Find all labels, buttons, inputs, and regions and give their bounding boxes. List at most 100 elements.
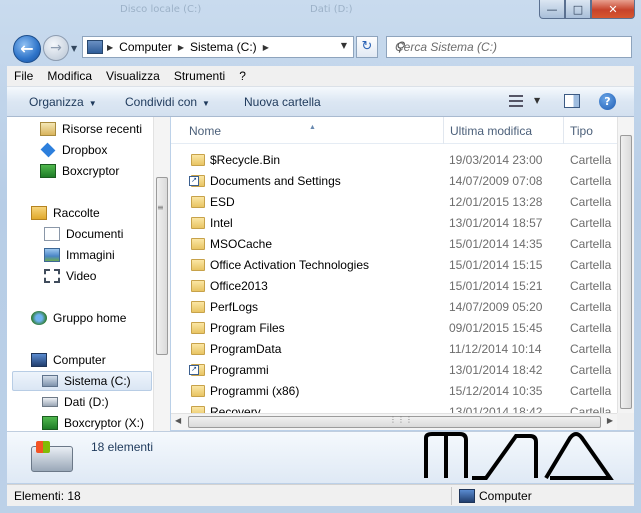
help-icon[interactable]: ? — [599, 93, 616, 110]
table-row[interactable]: PerfLogs 14/07/2009 05:20 Cartella — [171, 297, 617, 318]
sidebar-item-data-drive[interactable]: Dati (D:) — [42, 392, 109, 412]
sidebar-item-computer[interactable]: Computer — [31, 350, 106, 370]
column-divider[interactable] — [563, 117, 564, 144]
table-row[interactable]: Office Activation Technologies 15/01/2014… — [171, 255, 617, 276]
scrollbar-thumb[interactable] — [620, 135, 632, 409]
sidebar-item-boxcryptor-drive[interactable]: Boxcryptor (X:) — [42, 413, 144, 431]
file-modified: 09/01/2015 15:45 — [449, 321, 543, 335]
organize-label: Organizza — [29, 95, 84, 109]
file-type: Cartella — [570, 321, 612, 335]
forward-button[interactable]: → — [43, 35, 69, 61]
scroll-right-icon[interactable]: ▶ — [607, 416, 613, 425]
sidebar-item-label: Raccolte — [53, 206, 100, 220]
sidebar-item-dropbox[interactable]: Dropbox — [40, 140, 107, 160]
sidebar-item-recent-places[interactable]: Risorse recenti — [40, 119, 142, 139]
menu-edit[interactable]: Modifica — [40, 69, 99, 83]
column-header-type[interactable]: Tipo — [570, 124, 593, 138]
breadcrumb-arrow-icon[interactable]: ▶ — [107, 43, 113, 52]
sidebar-item-system-drive[interactable]: Sistema (C:) — [12, 371, 152, 391]
table-row[interactable]: MSOCache 15/01/2014 14:35 Cartella — [171, 234, 617, 255]
table-row[interactable]: Recovery 13/01/2014 18:42 Cartella — [171, 402, 617, 413]
folder-icon — [191, 280, 205, 292]
file-modified: 15/12/2014 10:35 — [449, 384, 543, 398]
menu-view[interactable]: Visualizza — [99, 69, 167, 83]
menu-file[interactable]: File — [7, 69, 40, 83]
sidebar-item-libraries[interactable]: Raccolte — [31, 203, 100, 223]
breadcrumb-system-drive[interactable]: Sistema (C:) — [190, 40, 257, 54]
file-name: Programmi (x86) — [210, 384, 300, 398]
folder-icon — [191, 238, 205, 250]
new-folder-button[interactable]: Nuova cartella — [244, 95, 321, 109]
file-list-vertical-scrollbar[interactable] — [617, 117, 634, 413]
table-row[interactable]: ProgramData 11/12/2014 10:14 Cartella — [171, 339, 617, 360]
navigation-pane-scrollbar[interactable]: ≡ — [153, 117, 170, 431]
file-name: Intel — [210, 216, 233, 230]
file-name: Program Files — [210, 321, 285, 335]
windows-logo-icon — [36, 441, 50, 453]
refresh-button[interactable]: ↻ — [356, 36, 378, 58]
preview-pane-icon[interactable] — [564, 94, 580, 108]
menu-tools[interactable]: Strumenti — [167, 69, 232, 83]
sidebar-item-video[interactable]: Video — [44, 266, 96, 286]
table-row[interactable]: Office2013 15/01/2014 15:21 Cartella — [171, 276, 617, 297]
file-list: ▲ Nome Ultima modifica Tipo $Recycle.Bin… — [171, 117, 617, 413]
sidebar-item-label: Dati (D:) — [64, 395, 109, 409]
table-row[interactable]: Intel 13/01/2014 18:57 Cartella — [171, 213, 617, 234]
change-view-icon[interactable] — [509, 95, 523, 107]
breadcrumb-arrow-icon[interactable]: ▶ — [263, 43, 269, 52]
maximize-button[interactable]: □ — [565, 0, 591, 19]
back-button[interactable]: ← — [13, 35, 41, 63]
sidebar-item-pictures[interactable]: Immagini — [44, 245, 115, 265]
share-label: Condividi con — [125, 95, 198, 109]
column-header-modified[interactable]: Ultima modifica — [450, 124, 532, 138]
sidebar-item-documents[interactable]: Documenti — [44, 224, 123, 244]
table-row[interactable]: ↗ Programmi 13/01/2014 18:42 Cartella — [171, 360, 617, 381]
video-icon — [44, 269, 60, 283]
grip-icon: ≡ — [157, 203, 164, 212]
shortcut-overlay-icon: ↗ — [189, 176, 199, 186]
grip-icon: ⋮⋮⋮ — [389, 415, 413, 424]
share-with-button[interactable]: Condividi con ▼ — [125, 95, 210, 109]
folder-icon — [191, 406, 205, 413]
breadcrumb-arrow-icon[interactable]: ▶ — [178, 43, 184, 52]
menu-help[interactable]: ? — [232, 69, 253, 83]
file-type: Cartella — [570, 237, 612, 251]
sidebar-item-boxcryptor[interactable]: Boxcryptor — [40, 161, 119, 181]
search-input[interactable]: Cerca Sistema (C:) ⚲ — [386, 36, 632, 58]
recent-pages-dropdown-icon[interactable]: ▼ — [71, 44, 77, 53]
minimize-button[interactable]: — — [539, 0, 565, 19]
file-name: $Recycle.Bin — [210, 153, 281, 167]
column-header-name[interactable]: Nome — [189, 124, 221, 138]
table-row[interactable]: Program Files 09/01/2015 15:45 Cartella — [171, 318, 617, 339]
scroll-left-icon[interactable]: ◀ — [175, 416, 181, 425]
file-type: Cartella — [570, 300, 612, 314]
system-drive-icon — [42, 375, 58, 387]
file-name: ESD — [210, 195, 235, 209]
table-row[interactable]: $Recycle.Bin 19/03/2014 23:00 Cartella — [171, 150, 617, 171]
sidebar-item-homegroup[interactable]: Gruppo home — [31, 308, 126, 328]
sidebar-item-label: Boxcryptor (X:) — [64, 416, 145, 430]
close-button[interactable]: ✕ — [591, 0, 635, 19]
column-divider[interactable] — [443, 117, 444, 144]
address-bar[interactable]: ▶ Computer ▶ Sistema (C:) ▶ ▼ — [82, 36, 354, 58]
sort-ascending-icon: ▲ — [309, 124, 316, 131]
breadcrumb-computer[interactable]: Computer — [119, 40, 172, 54]
search-icon[interactable]: ⚲ — [395, 39, 627, 55]
file-name: Recovery — [210, 405, 261, 413]
table-row[interactable]: Programmi (x86) 15/12/2014 10:35 Cartella — [171, 381, 617, 402]
file-modified: 13/01/2014 18:42 — [449, 405, 543, 413]
sidebar-item-label: Risorse recenti — [62, 122, 143, 136]
title-bar[interactable]: Disco locale (C:) Dati (D:) — □ ✕ — [0, 0, 641, 28]
address-dropdown-icon[interactable]: ▼ — [341, 41, 347, 50]
file-type: Cartella — [570, 216, 612, 230]
organize-button[interactable]: Organizza ▼ — [29, 95, 97, 109]
table-row[interactable]: ↗ Documents and Settings 14/07/2009 07:08 C… — [171, 171, 617, 192]
view-dropdown-icon[interactable]: ▼ — [534, 96, 540, 105]
system-drive-large-icon — [31, 441, 73, 472]
file-type: Cartella — [570, 258, 612, 272]
sidebar-item-label: Sistema (C:) — [64, 374, 131, 388]
table-row[interactable]: ESD 12/01/2015 13:28 Cartella — [171, 192, 617, 213]
navigation-row: ← → ▼ ▶ Computer ▶ Sistema (C:) ▶ ▼ ↻ Ce… — [0, 28, 641, 64]
boxcryptor-drive-icon — [42, 416, 58, 430]
folder-icon — [191, 196, 205, 208]
